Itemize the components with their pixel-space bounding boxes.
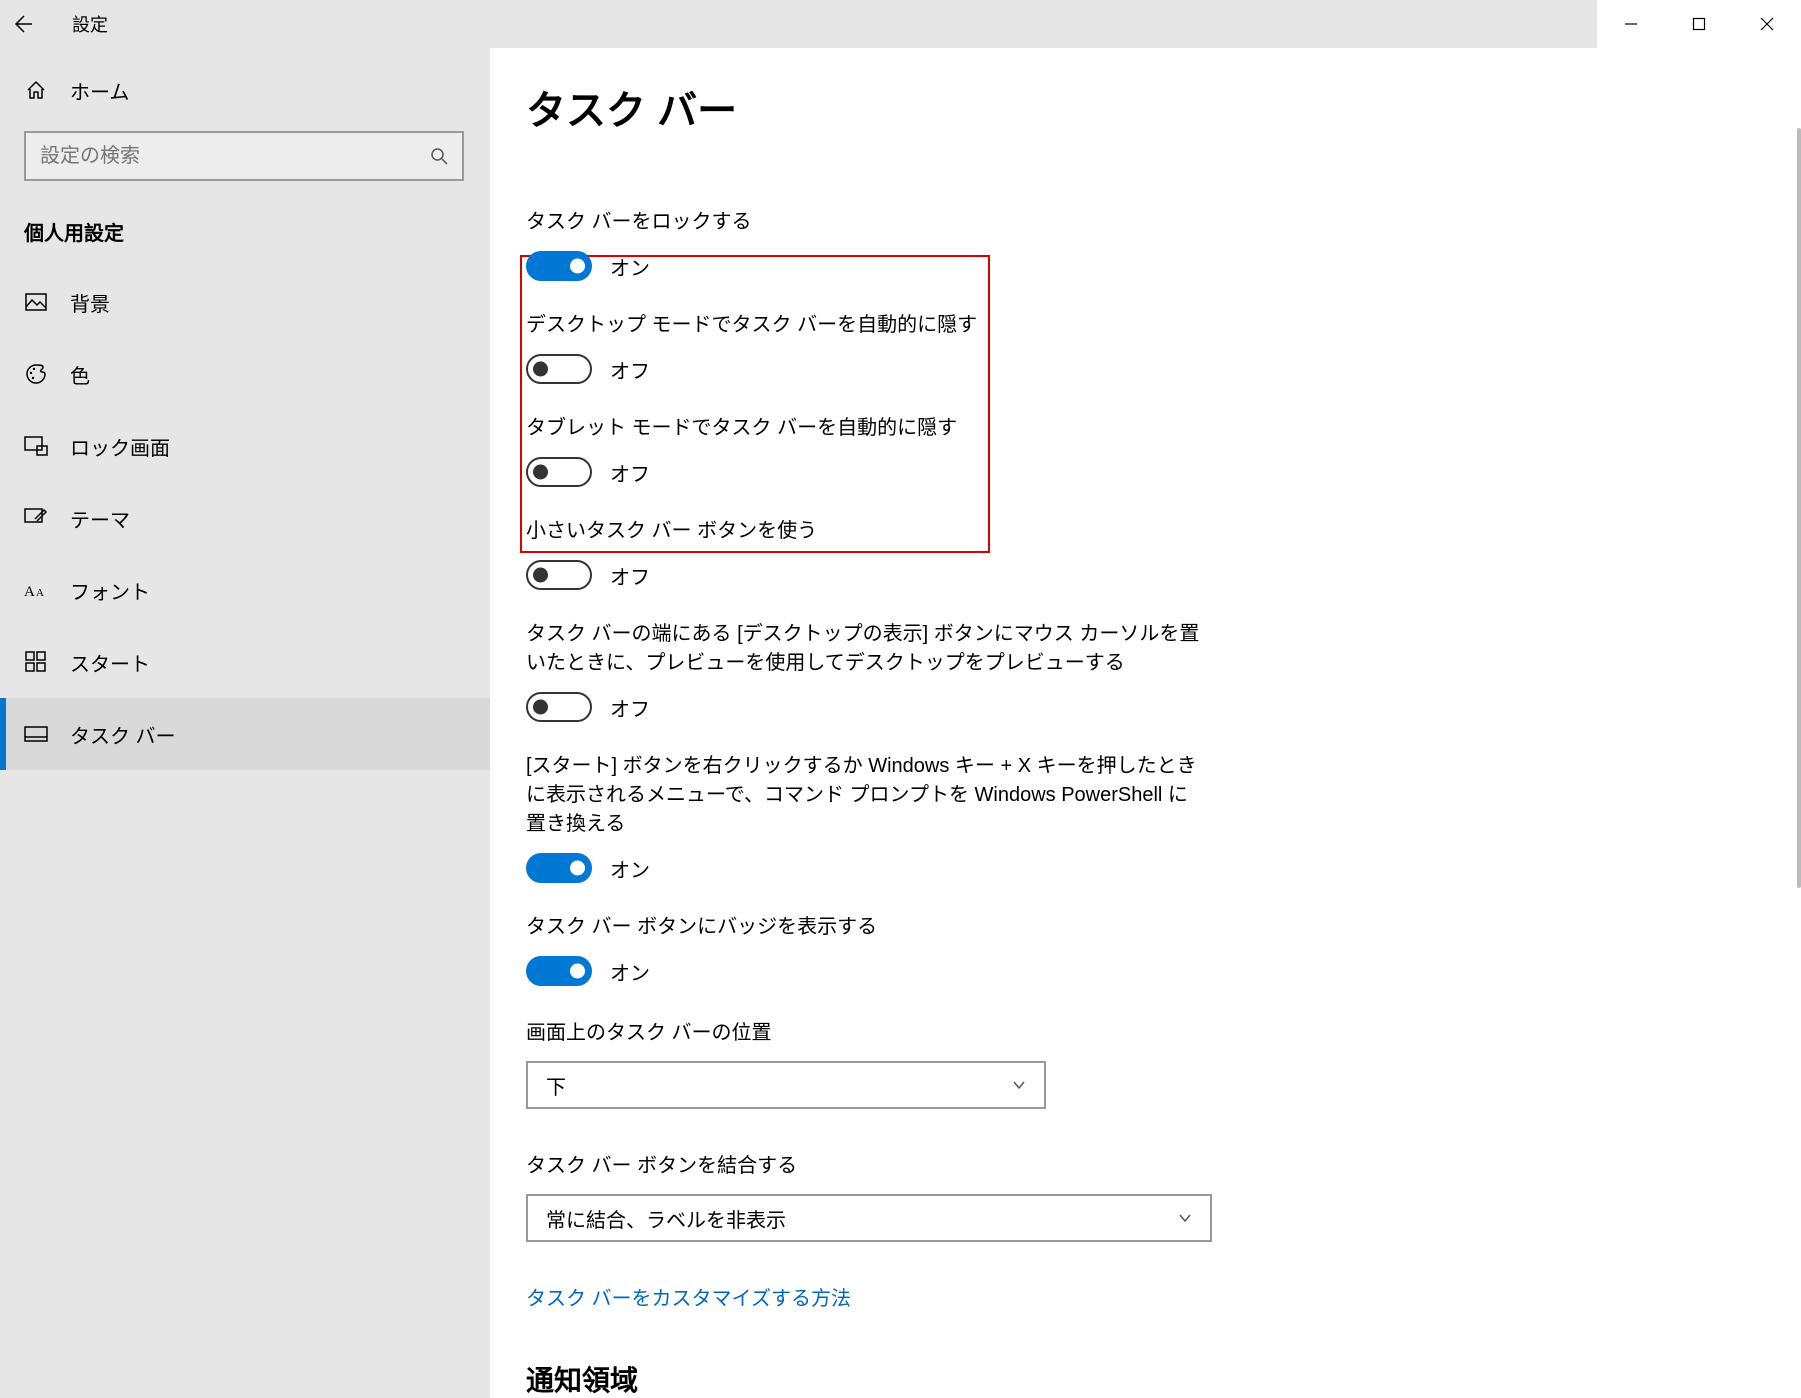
setting-position: 画面上のタスク バーの位置 下 (526, 1016, 1765, 1109)
toggle-autohide-desktop[interactable] (526, 354, 592, 384)
setting-label: タブレット モードでタスク バーを自動的に隠す (526, 414, 1206, 443)
search-input[interactable] (40, 145, 430, 168)
setting-label: タスク バーをロックする (526, 208, 1206, 237)
setting-autohide-tablet: タブレット モードでタスク バーを自動的に隠す オフ (526, 414, 1206, 487)
chevron-down-icon (1012, 1078, 1026, 1092)
home-icon (24, 79, 48, 101)
chevron-down-icon (1178, 1211, 1192, 1225)
svg-text:A: A (24, 584, 35, 600)
section-title-notification: 通知領域 (526, 1359, 1765, 1398)
setting-label: タスク バーの端にある [デスクトップの表示] ボタンにマウス カーソルを置いた… (526, 620, 1206, 678)
taskbar-icon (24, 726, 48, 742)
page-title: タスク バー (526, 78, 1765, 136)
home-label: ホーム (70, 76, 129, 105)
sidebar-item-background[interactable]: 背景 (0, 266, 490, 338)
dropdown-value: 常に結合、ラベルを非表示 (546, 1204, 786, 1233)
toggle-state: オン (610, 957, 650, 986)
toggle-powershell[interactable] (526, 853, 592, 883)
toggle-badges[interactable] (526, 956, 592, 986)
back-button[interactable] (0, 0, 48, 48)
titlebar: 設定 (0, 0, 1801, 48)
search-icon (430, 147, 448, 165)
main-content: タスク バー タスク バーをロックする オン デスクトップ モードでタスク バー… (490, 48, 1801, 1398)
toggle-small-buttons[interactable] (526, 560, 592, 590)
font-icon: AA (24, 580, 48, 600)
sidebar-item-taskbar[interactable]: タスク バー (0, 698, 490, 770)
close-icon (1760, 17, 1774, 31)
sidebar-item-lockscreen[interactable]: ロック画面 (0, 410, 490, 482)
setting-label: タスク バー ボタンにバッジを表示する (526, 913, 1206, 942)
customize-link[interactable]: タスク バーをカスタマイズする方法 (526, 1282, 851, 1311)
toggle-state: オフ (610, 693, 650, 722)
setting-autohide-desktop: デスクトップ モードでタスク バーを自動的に隠す オフ (526, 311, 1206, 384)
sidebar: ホーム 個人用設定 背景 (0, 48, 490, 1398)
dropdown-combine[interactable]: 常に結合、ラベルを非表示 (526, 1194, 1212, 1242)
toggle-state: オフ (610, 561, 650, 590)
highlight-annotation (520, 255, 990, 553)
setting-label: タスク バー ボタンを結合する (526, 1149, 1765, 1178)
dropdown-position[interactable]: 下 (526, 1061, 1046, 1109)
setting-label: [スタート] ボタンを右クリックするか Windows キー + X キーを押し… (526, 752, 1206, 839)
setting-small-buttons: 小さいタスク バー ボタンを使う オフ (526, 517, 1206, 590)
setting-combine: タスク バー ボタンを結合する 常に結合、ラベルを非表示 (526, 1149, 1765, 1242)
close-button[interactable] (1733, 0, 1801, 48)
sidebar-item-label: 背景 (70, 288, 110, 317)
sidebar-item-label: ロック画面 (70, 432, 170, 461)
arrow-left-icon (15, 15, 33, 33)
scrollbar[interactable] (1797, 48, 1801, 1398)
start-icon (24, 651, 48, 673)
sidebar-item-themes[interactable]: テーマ (0, 482, 490, 554)
toggle-autohide-tablet[interactable] (526, 457, 592, 487)
setting-powershell: [スタート] ボタンを右クリックするか Windows キー + X キーを押し… (526, 752, 1206, 883)
minimize-button[interactable] (1597, 0, 1665, 48)
dropdown-value: 下 (546, 1071, 566, 1100)
toggle-lock-taskbar[interactable] (526, 251, 592, 281)
sidebar-item-colors[interactable]: 色 (0, 338, 490, 410)
setting-label: 画面上のタスク バーの位置 (526, 1016, 1765, 1045)
home-link[interactable]: ホーム (0, 63, 490, 117)
category-label: 個人用設定 (0, 201, 490, 266)
toggle-peek-preview[interactable] (526, 692, 592, 722)
search-box[interactable] (24, 131, 464, 181)
toggle-state: オフ (610, 355, 650, 384)
maximize-icon (1692, 17, 1706, 31)
setting-lock-taskbar: タスク バーをロックする オン (526, 208, 1206, 281)
setting-label: デスクトップ モードでタスク バーを自動的に隠す (526, 311, 1206, 340)
setting-peek-preview: タスク バーの端にある [デスクトップの表示] ボタンにマウス カーソルを置いた… (526, 620, 1206, 722)
window-title: 設定 (72, 11, 108, 37)
picture-icon (24, 293, 48, 311)
sidebar-item-label: タスク バー (70, 720, 176, 749)
lockscreen-icon (24, 436, 48, 456)
sidebar-item-label: スタート (70, 648, 150, 677)
setting-badges: タスク バー ボタンにバッジを表示する オン (526, 913, 1206, 986)
palette-icon (24, 363, 48, 385)
theme-icon (24, 508, 48, 528)
toggle-state: オフ (610, 458, 650, 487)
minimize-icon (1624, 17, 1638, 31)
sidebar-item-start[interactable]: スタート (0, 626, 490, 698)
sidebar-item-fonts[interactable]: AA フォント (0, 554, 490, 626)
toggle-state: オン (610, 854, 650, 883)
maximize-button[interactable] (1665, 0, 1733, 48)
window-controls (1597, 0, 1801, 48)
svg-text:A: A (36, 587, 44, 599)
setting-label: 小さいタスク バー ボタンを使う (526, 517, 1206, 546)
toggle-state: オン (610, 252, 650, 281)
sidebar-item-label: フォント (70, 576, 150, 605)
scrollbar-thumb[interactable] (1797, 128, 1801, 888)
sidebar-item-label: テーマ (70, 504, 130, 533)
sidebar-item-label: 色 (70, 360, 90, 389)
